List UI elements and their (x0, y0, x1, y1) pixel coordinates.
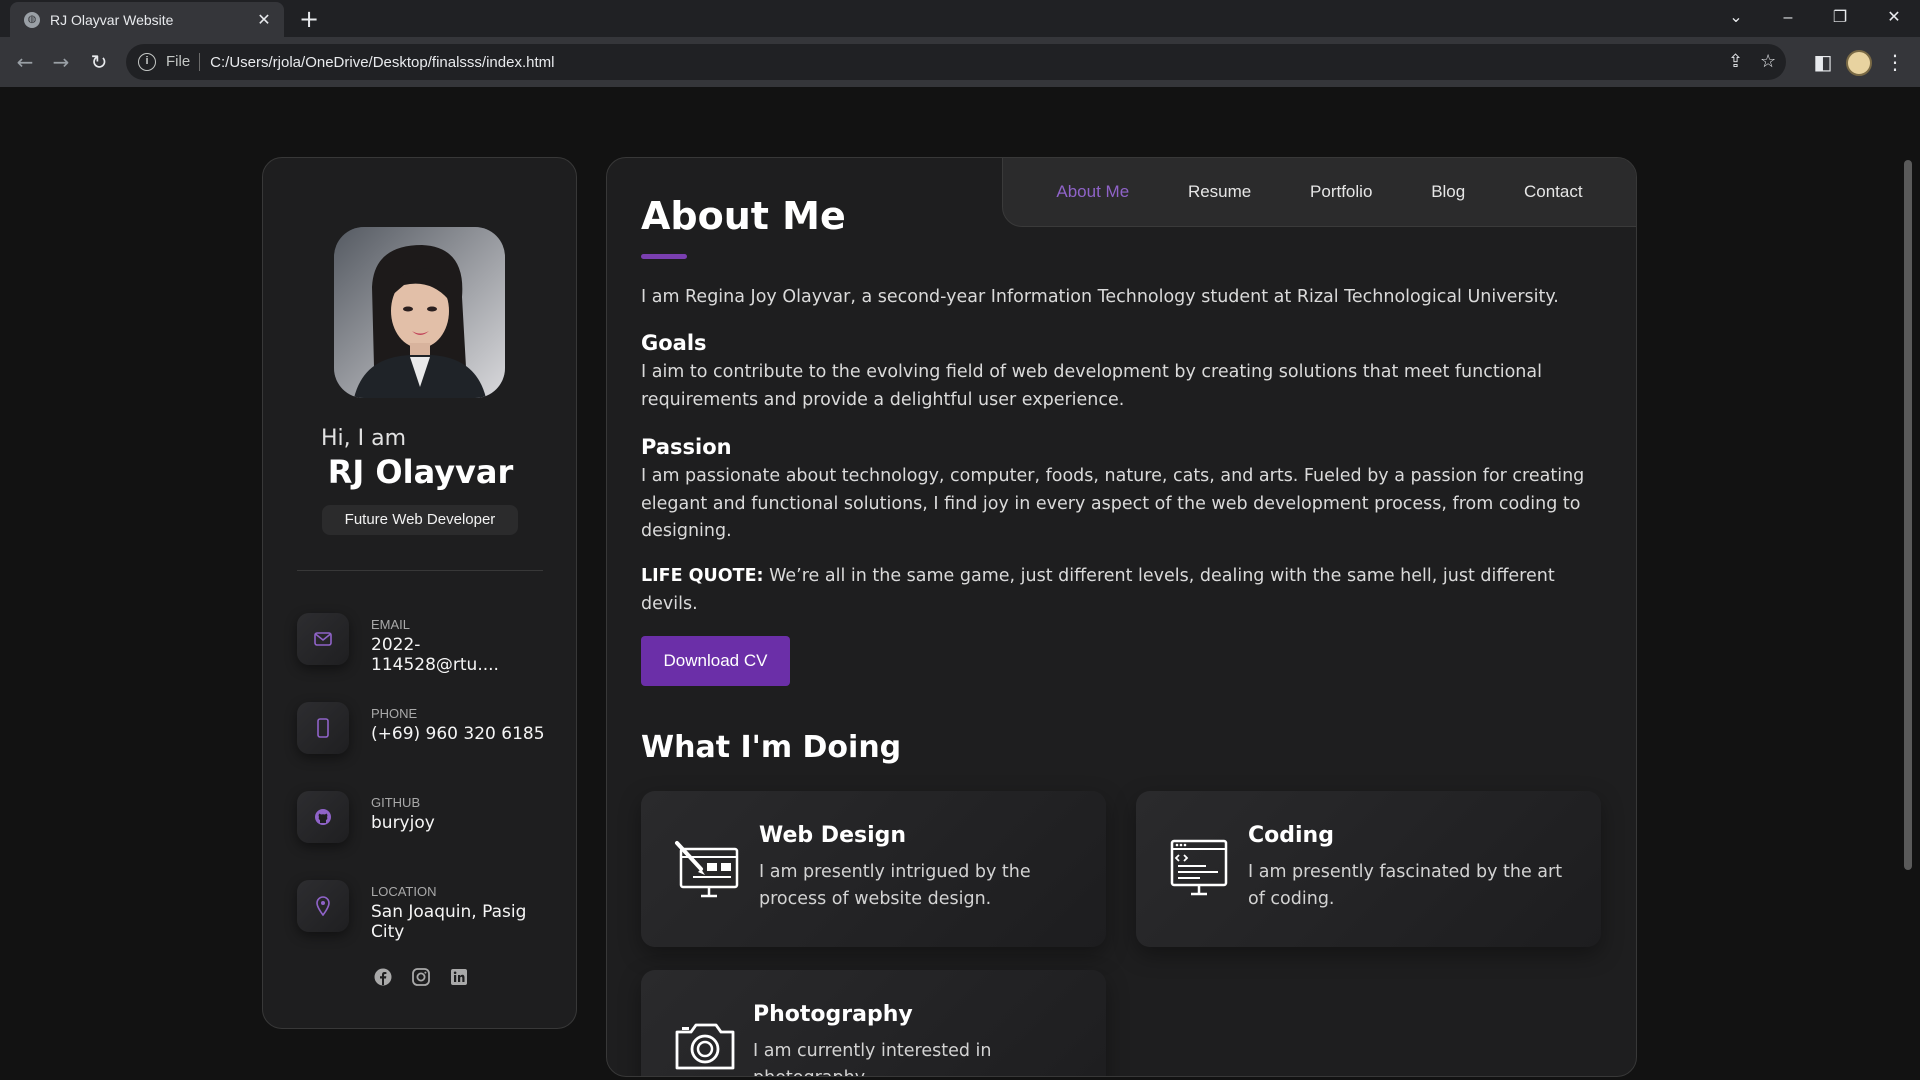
services-heading: What I'm Doing (641, 730, 902, 765)
more-menu-icon[interactable]: ⋮ (1882, 49, 1908, 75)
bookmark-star-icon[interactable]: ☆ (1760, 53, 1776, 71)
passion-text: I am passionate about technology, comput… (641, 466, 1585, 541)
service-card-photography: Photography I am currently interested in… (641, 970, 1106, 1076)
goals-heading: Goals (641, 331, 707, 355)
email-link[interactable]: 2022-114528@rtu.... (371, 635, 547, 675)
address-bar[interactable]: i File C:/Users/rjola/OneDrive/Desktop/f… (126, 44, 1786, 80)
nav-contact[interactable]: Contact (1524, 182, 1583, 202)
service-text: I am currently interested in photography… (753, 1041, 992, 1076)
location-pin-icon (297, 880, 349, 932)
profile-photo (334, 227, 505, 398)
contact-label: LOCATION (371, 884, 437, 899)
contact-phone: PHONE (+69) 960 320 6185 (297, 702, 557, 762)
linkedin-icon[interactable] (450, 968, 468, 986)
contact-email: EMAIL 2022-114528@rtu.... (297, 613, 557, 675)
minimize-button[interactable]: – (1768, 4, 1808, 32)
phone-icon (297, 702, 349, 754)
contact-location: LOCATION San Joaquin, Pasig City (297, 880, 557, 942)
mail-icon (297, 613, 349, 665)
page-title: About Me (641, 194, 846, 238)
quote-text: We’re all in the same game, just differe… (641, 566, 1555, 614)
service-title: Coding (1248, 823, 1334, 848)
site-info-icon[interactable]: i (138, 53, 156, 71)
profile-avatar-icon[interactable] (1846, 50, 1872, 76)
quote-label: LIFE QUOTE: (641, 566, 764, 586)
github-icon (297, 791, 349, 843)
contact-label: PHONE (371, 706, 418, 721)
url-scheme-label: File (166, 53, 201, 71)
service-title: Web Design (759, 823, 907, 848)
reload-icon[interactable]: ↻ (86, 49, 112, 75)
github-link[interactable]: buryjoy (371, 813, 547, 833)
main-navbar: About Me Resume Portfolio Blog Contact (1002, 158, 1636, 227)
service-card-coding: Coding I am presently fascinated by the … (1136, 791, 1601, 947)
intro-text: I am Regina Joy Olayvar, a second-year I… (641, 287, 1559, 307)
nav-portfolio[interactable]: Portfolio (1310, 182, 1372, 202)
service-card-web-design: Web Design I am presently intrigued by t… (641, 791, 1106, 947)
service-text: I am presently intrigued by the process … (759, 862, 1031, 909)
nav-resume[interactable]: Resume (1188, 182, 1251, 202)
profile-name: RJ Olayvar (327, 453, 514, 491)
facebook-icon[interactable] (374, 968, 392, 986)
forward-arrow-icon[interactable]: → (48, 49, 74, 75)
close-tab-icon[interactable]: ✕ (256, 11, 272, 28)
goals-text: I aim to contribute to the evolving fiel… (641, 362, 1542, 410)
title-underline (641, 254, 687, 259)
contact-label: EMAIL (371, 617, 411, 632)
code-window-icon (1170, 839, 1228, 896)
new-tab-button[interactable]: + (296, 6, 322, 32)
about-panel: About Me Resume Portfolio Blog Contact A… (606, 157, 1637, 1077)
browser-tab-strip: ◍ RJ Olayvar Website ✕ + ⌄ – ❐ ✕ (0, 0, 1920, 37)
instagram-icon[interactable] (411, 968, 430, 986)
sidebar-divider (297, 570, 543, 571)
tab-title: RJ Olayvar Website (50, 11, 174, 28)
restore-button[interactable]: ❐ (1820, 4, 1860, 32)
passion-heading: Passion (641, 435, 732, 459)
side-panel-icon[interactable]: ◧ (1810, 49, 1836, 75)
greeting-text: Hi, I am (321, 426, 407, 451)
share-icon[interactable]: ⇪ (1728, 53, 1743, 71)
phone-link[interactable]: (+69) 960 320 6185 (371, 724, 547, 744)
url-text[interactable]: C:/Users/rjola/OneDrive/Desktop/finalsss… (210, 54, 554, 71)
globe-icon: ◍ (24, 11, 40, 28)
nav-about-me[interactable]: About Me (1056, 182, 1129, 202)
service-text: I am presently fascinated by the art of … (1248, 862, 1563, 909)
location-text: San Joaquin, Pasig City (371, 902, 527, 942)
back-arrow-icon[interactable]: ← (12, 49, 38, 75)
page-scrollbar[interactable] (1904, 160, 1912, 870)
web-design-icon (675, 841, 739, 898)
camera-icon (675, 1023, 735, 1070)
life-quote: LIFE QUOTE: We’re all in the same game, … (641, 563, 1601, 618)
profile-sidebar: Hi, I am RJ Olayvar Future Web Developer… (262, 157, 577, 1029)
social-links (263, 968, 578, 986)
close-window-button[interactable]: ✕ (1874, 4, 1914, 32)
contact-github: GITHUB buryjoy (297, 791, 557, 851)
browser-tab[interactable]: ◍ RJ Olayvar Website ✕ (10, 2, 284, 37)
download-cv-button[interactable]: Download CV (641, 636, 790, 686)
nav-blog[interactable]: Blog (1431, 182, 1465, 202)
contact-label: GITHUB (371, 795, 421, 810)
service-title: Photography (753, 1002, 913, 1027)
role-badge: Future Web Developer (322, 505, 518, 535)
tab-search-icon[interactable]: ⌄ (1716, 4, 1756, 32)
